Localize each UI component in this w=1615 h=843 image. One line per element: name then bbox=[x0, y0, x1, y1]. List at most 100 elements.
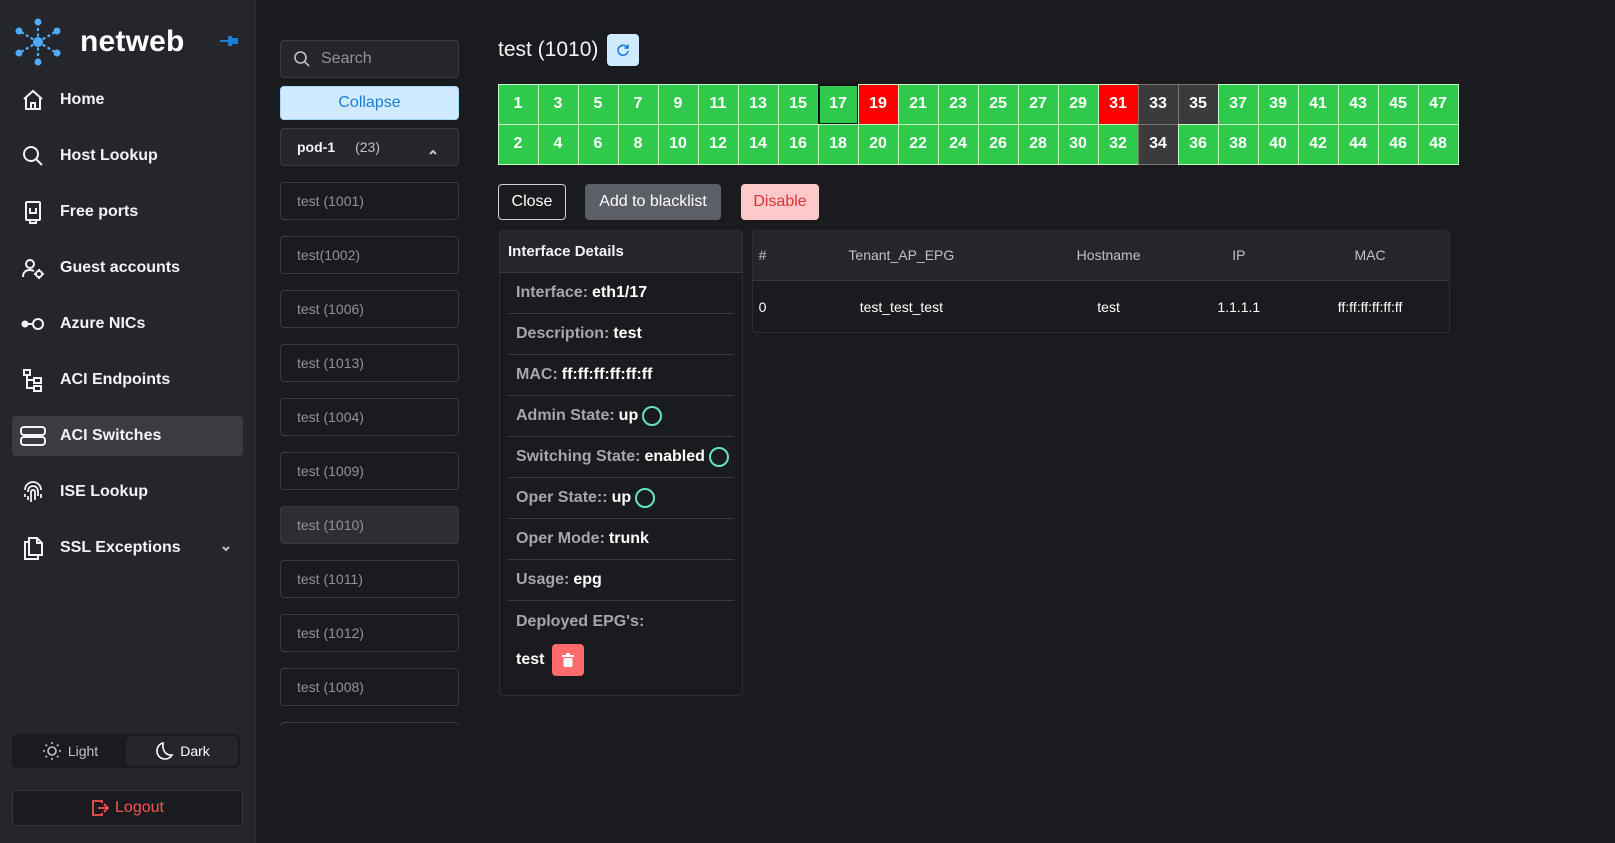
port-25[interactable]: 25 bbox=[977, 83, 1019, 125]
switch-item[interactable]: test (1004) bbox=[280, 398, 459, 436]
switch-item[interactable]: test (1013) bbox=[280, 344, 459, 382]
switch-item-selected[interactable]: test (1010) bbox=[280, 506, 459, 544]
port-45[interactable]: 45 bbox=[1377, 83, 1419, 125]
port-21[interactable]: 21 bbox=[897, 83, 939, 125]
logout-button[interactable]: Logout bbox=[12, 790, 243, 826]
port-5[interactable]: 5 bbox=[577, 83, 619, 125]
switch-item[interactable]: test (1008) bbox=[280, 668, 459, 706]
port-13[interactable]: 13 bbox=[737, 83, 779, 125]
switch-item[interactable]: test (1012) bbox=[280, 614, 459, 652]
port-36[interactable]: 36 bbox=[1177, 123, 1219, 165]
page-title: test (1010) bbox=[498, 38, 599, 61]
theme-light-button[interactable]: Light bbox=[14, 736, 126, 766]
port-8[interactable]: 8 bbox=[617, 123, 659, 165]
sidebar-item-label: Guest accounts bbox=[60, 259, 181, 276]
sidebar-item-host-lookup[interactable]: Host Lookup bbox=[12, 136, 243, 176]
port-2[interactable]: 2 bbox=[497, 123, 539, 165]
port-9[interactable]: 9 bbox=[657, 83, 699, 125]
port-19[interactable]: 19 bbox=[857, 83, 899, 125]
switch-item[interactable]: test(1002) bbox=[280, 236, 459, 274]
add-to-blacklist-button[interactable]: Add to blacklist bbox=[585, 184, 721, 220]
port-40[interactable]: 40 bbox=[1257, 123, 1299, 165]
port-12[interactable]: 12 bbox=[697, 123, 739, 165]
detail-key: Oper Mode: bbox=[516, 530, 605, 547]
detail-value: up bbox=[611, 489, 632, 506]
switch-item[interactable] bbox=[280, 722, 459, 726]
port-7[interactable]: 7 bbox=[617, 83, 659, 125]
port-37[interactable]: 37 bbox=[1217, 83, 1259, 125]
sidebar-item-label: ISE Lookup bbox=[60, 483, 148, 500]
port-20[interactable]: 20 bbox=[857, 123, 899, 165]
port-1[interactable]: 1 bbox=[497, 83, 539, 125]
port-6[interactable]: 6 bbox=[577, 123, 619, 165]
detail-key: Switching State: bbox=[516, 448, 641, 465]
refresh-button[interactable] bbox=[607, 34, 640, 66]
switch-item[interactable]: test (1011) bbox=[280, 560, 459, 598]
detail-value: ff:ff:ff:ff:ff:ff bbox=[561, 366, 653, 383]
switch-item[interactable]: test (1001) bbox=[280, 182, 459, 220]
port-22[interactable]: 22 bbox=[897, 123, 939, 165]
plug-icon bbox=[20, 199, 46, 225]
detail-key: Oper State:: bbox=[516, 489, 608, 506]
detail-key: Interface: bbox=[516, 284, 589, 301]
port-28[interactable]: 28 bbox=[1017, 123, 1059, 165]
sidebar-item-home[interactable]: Home bbox=[12, 80, 243, 120]
port-17[interactable]: 17 bbox=[817, 83, 859, 125]
sidebar-item-guest-accounts[interactable]: Guest accounts bbox=[12, 248, 243, 288]
port-41[interactable]: 41 bbox=[1297, 83, 1339, 125]
pin-icon[interactable] bbox=[220, 34, 238, 52]
port-44[interactable]: 44 bbox=[1337, 123, 1379, 165]
port-15[interactable]: 15 bbox=[777, 83, 819, 125]
disable-button[interactable]: Disable bbox=[741, 184, 819, 220]
port-38[interactable]: 38 bbox=[1217, 123, 1259, 165]
port-43[interactable]: 43 bbox=[1337, 83, 1379, 125]
table-cell: ff:ff:ff:ff:ff:ff bbox=[1337, 298, 1403, 315]
close-button[interactable]: Close bbox=[498, 184, 566, 220]
port-18[interactable]: 18 bbox=[817, 123, 859, 165]
sidebar-item-ise-lookup[interactable]: ISE Lookup bbox=[12, 472, 243, 512]
delete-epg-button[interactable] bbox=[552, 644, 585, 676]
port-26[interactable]: 26 bbox=[977, 123, 1019, 165]
sidebar-item-ssl-exceptions[interactable]: SSL Exceptions bbox=[12, 528, 243, 568]
port-27[interactable]: 27 bbox=[1017, 83, 1059, 125]
port-42[interactable]: 42 bbox=[1297, 123, 1339, 165]
port-46[interactable]: 46 bbox=[1377, 123, 1419, 165]
port-24[interactable]: 24 bbox=[937, 123, 979, 165]
sidebar-item-free-ports[interactable]: Free ports bbox=[12, 192, 243, 232]
detail-value: enabled bbox=[644, 448, 705, 465]
port-16[interactable]: 16 bbox=[777, 123, 819, 165]
port-33[interactable]: 33 bbox=[1137, 83, 1179, 125]
switch-item[interactable]: test (1009) bbox=[280, 452, 459, 490]
port-47[interactable]: 47 bbox=[1417, 83, 1459, 125]
pod-name: pod-1 bbox=[297, 139, 336, 155]
switch-item[interactable]: test (1006) bbox=[280, 290, 459, 328]
chevron-down-icon[interactable] bbox=[221, 540, 231, 558]
sidebar-item-azure-nics[interactable]: Azure NICs bbox=[12, 304, 243, 344]
port-48[interactable]: 48 bbox=[1417, 123, 1459, 165]
status-ring-icon bbox=[635, 488, 656, 508]
port-14[interactable]: 14 bbox=[737, 123, 779, 165]
port-4[interactable]: 4 bbox=[537, 123, 579, 165]
collapse-button[interactable]: Collapse bbox=[280, 86, 459, 120]
search-input[interactable] bbox=[321, 50, 451, 68]
port-11[interactable]: 11 bbox=[697, 83, 739, 125]
port-39[interactable]: 39 bbox=[1257, 83, 1299, 125]
port-31[interactable]: 31 bbox=[1097, 83, 1139, 125]
detail-value: eth1/17 bbox=[592, 284, 648, 301]
port-3[interactable]: 3 bbox=[537, 83, 579, 125]
detail-row: Oper Mode: trunk bbox=[508, 519, 734, 560]
pod-accordion[interactable]: pod-1 (23) bbox=[280, 128, 459, 166]
sidebar-item-aci-endpoints[interactable]: ACI Endpoints bbox=[12, 360, 243, 400]
brand[interactable]: netweb bbox=[14, 16, 185, 68]
sidebar-item-aci-switches[interactable]: ACI Switches bbox=[12, 416, 243, 456]
port-23[interactable]: 23 bbox=[937, 83, 979, 125]
home-icon bbox=[20, 87, 46, 113]
port-32[interactable]: 32 bbox=[1097, 123, 1139, 165]
port-35[interactable]: 35 bbox=[1177, 83, 1219, 125]
port-10[interactable]: 10 bbox=[657, 123, 699, 165]
port-30[interactable]: 30 bbox=[1057, 123, 1099, 165]
port-34[interactable]: 34 bbox=[1137, 123, 1179, 165]
theme-dark-button[interactable]: Dark bbox=[126, 736, 238, 766]
column-header: MAC bbox=[1291, 231, 1449, 281]
port-29[interactable]: 29 bbox=[1057, 83, 1099, 125]
